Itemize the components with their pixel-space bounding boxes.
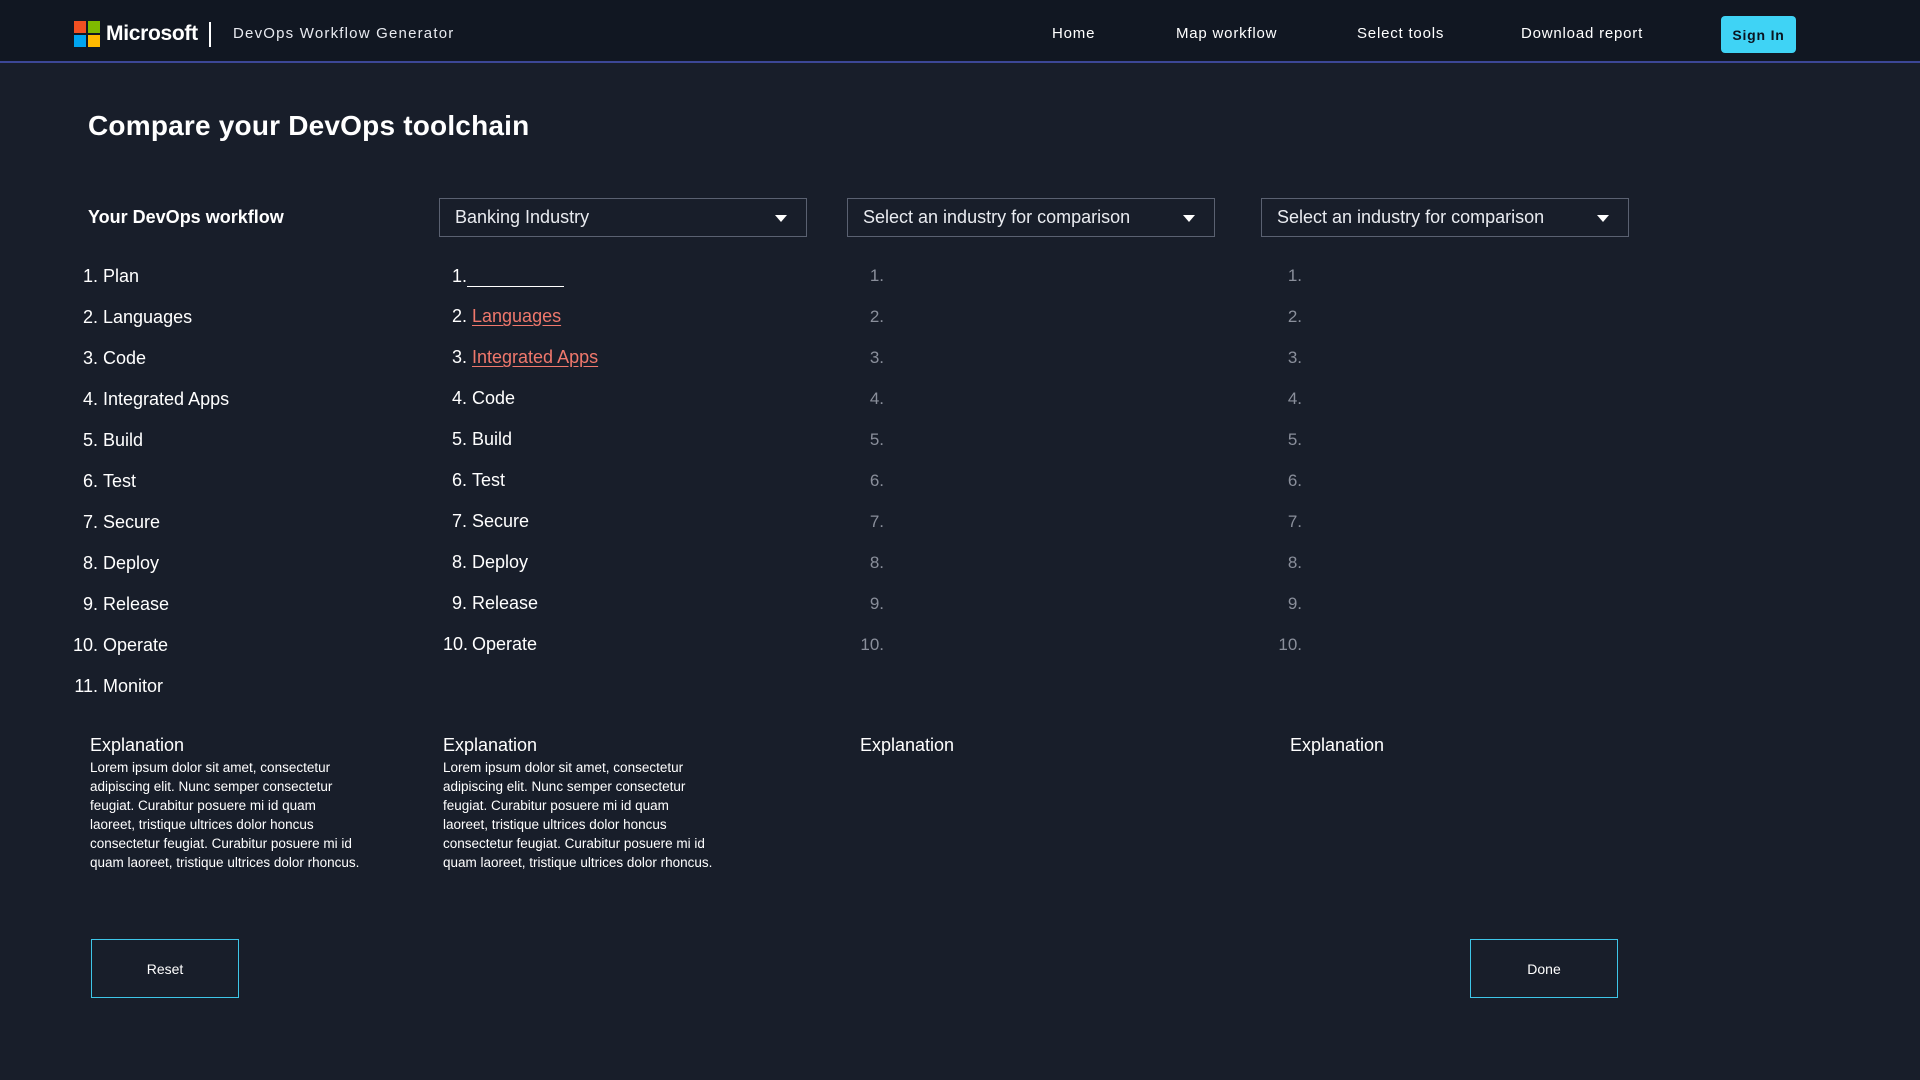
- sign-in-button[interactable]: Sign In: [1721, 16, 1796, 53]
- explanation-title: Explanation: [90, 735, 185, 755]
- workflow-step: 2. Languages: [82, 307, 193, 327]
- industry-step: 5. Build: [451, 429, 513, 449]
- explanation-text: Lorem ipsum dolor sit amet, consectetur …: [443, 760, 713, 870]
- empty-step-number: 3.: [1287, 348, 1302, 367]
- workflow-heading: Your DevOps workflow: [88, 207, 284, 227]
- empty-step-number: 5.: [869, 430, 884, 449]
- app-title: DevOps Workflow Generator: [233, 25, 455, 42]
- industry-step: 4. Code: [451, 388, 516, 408]
- nav-home[interactable]: Home: [1052, 25, 1095, 42]
- done-button[interactable]: Done: [1470, 939, 1618, 998]
- chevron-down-icon: [775, 215, 787, 222]
- empty-step-number: 5.: [1287, 430, 1302, 449]
- empty-step-line: [467, 269, 564, 287]
- industry-step-empty: 1.: [443, 266, 564, 287]
- empty-step-number: 4.: [1287, 389, 1302, 408]
- workflow-step: 4. Integrated Apps: [82, 389, 230, 409]
- empty-step-number: 10.: [860, 635, 884, 654]
- workflow-step: 6. Test: [82, 471, 137, 491]
- nav-download-report[interactable]: Download report: [1521, 25, 1643, 42]
- industry-step: 9. Release: [451, 593, 539, 613]
- workflow-step: 11. Monitor: [74, 676, 164, 696]
- chevron-down-icon: [1183, 215, 1195, 222]
- empty-step-number: 8.: [869, 553, 884, 572]
- empty-step-number: 2.: [1287, 307, 1302, 326]
- empty-step-number: 6.: [1287, 471, 1302, 490]
- added-step-link[interactable]: Languages: [472, 306, 561, 326]
- explanation-title: Explanation: [443, 735, 538, 755]
- empty-step-number: 8.: [1287, 553, 1302, 572]
- empty-step-number: 7.: [869, 512, 884, 531]
- top-header: Microsoft DevOps Workflow Generator Home…: [0, 0, 1920, 63]
- empty-step-number: 4.: [869, 389, 884, 408]
- industry-select-1[interactable]: Banking Industry: [439, 198, 807, 237]
- workflow-step: 7. Secure: [82, 512, 161, 532]
- brand-name: Microsoft: [106, 22, 198, 45]
- workflow-step: 10. Operate: [72, 635, 169, 655]
- industry-step: 8. Deploy: [451, 552, 529, 572]
- industry-select-1-value: Banking Industry: [455, 207, 590, 227]
- workflow-step: 5. Build: [82, 430, 144, 450]
- industry-select-3[interactable]: Select an industry for comparison: [1261, 198, 1629, 237]
- industry-select-2[interactable]: Select an industry for comparison: [847, 198, 1215, 237]
- chevron-down-icon: [1597, 215, 1609, 222]
- logo-divider: [209, 22, 211, 47]
- empty-step-number: 2.: [869, 307, 884, 326]
- explanation-text: Lorem ipsum dolor sit amet, consectetur …: [90, 760, 360, 870]
- empty-step-number: 6.: [869, 471, 884, 490]
- empty-step-number: 7.: [1287, 512, 1302, 531]
- empty-step-number: 3.: [869, 348, 884, 367]
- industry-step: 10. Operate: [443, 634, 538, 654]
- microsoft-logo-icon: [74, 21, 100, 47]
- empty-step-number: 1.: [869, 266, 884, 285]
- empty-step-number: 9.: [869, 594, 884, 613]
- workflow-step: 1. Plan: [82, 266, 140, 286]
- empty-step-number: 10.: [1278, 635, 1302, 654]
- nav-map-workflow[interactable]: Map workflow: [1176, 25, 1277, 42]
- industry-step: 3. Integrated Apps: [451, 347, 599, 367]
- microsoft-logo[interactable]: Microsoft: [74, 21, 198, 47]
- workflow-step: 8. Deploy: [82, 553, 160, 573]
- workflow-step: 9. Release: [82, 594, 170, 614]
- explanation-title: Explanation: [1290, 735, 1385, 755]
- page-title: Compare your DevOps toolchain: [88, 110, 530, 141]
- industry-select-2-value: Select an industry for comparison: [863, 207, 1131, 227]
- empty-step-number: 9.: [1287, 594, 1302, 613]
- added-step-link[interactable]: Integrated Apps: [472, 347, 598, 367]
- empty-step-number: 1.: [1287, 266, 1302, 285]
- workflow-step: 3. Code: [82, 348, 147, 368]
- industry-step: 2. Languages: [451, 306, 562, 326]
- explanation-title: Explanation: [860, 735, 955, 755]
- industry-step: 7. Secure: [451, 511, 530, 531]
- nav-select-tools[interactable]: Select tools: [1357, 25, 1444, 42]
- industry-select-3-value: Select an industry for comparison: [1277, 207, 1545, 227]
- reset-button[interactable]: Reset: [91, 939, 239, 998]
- industry-step: 6. Test: [451, 470, 506, 490]
